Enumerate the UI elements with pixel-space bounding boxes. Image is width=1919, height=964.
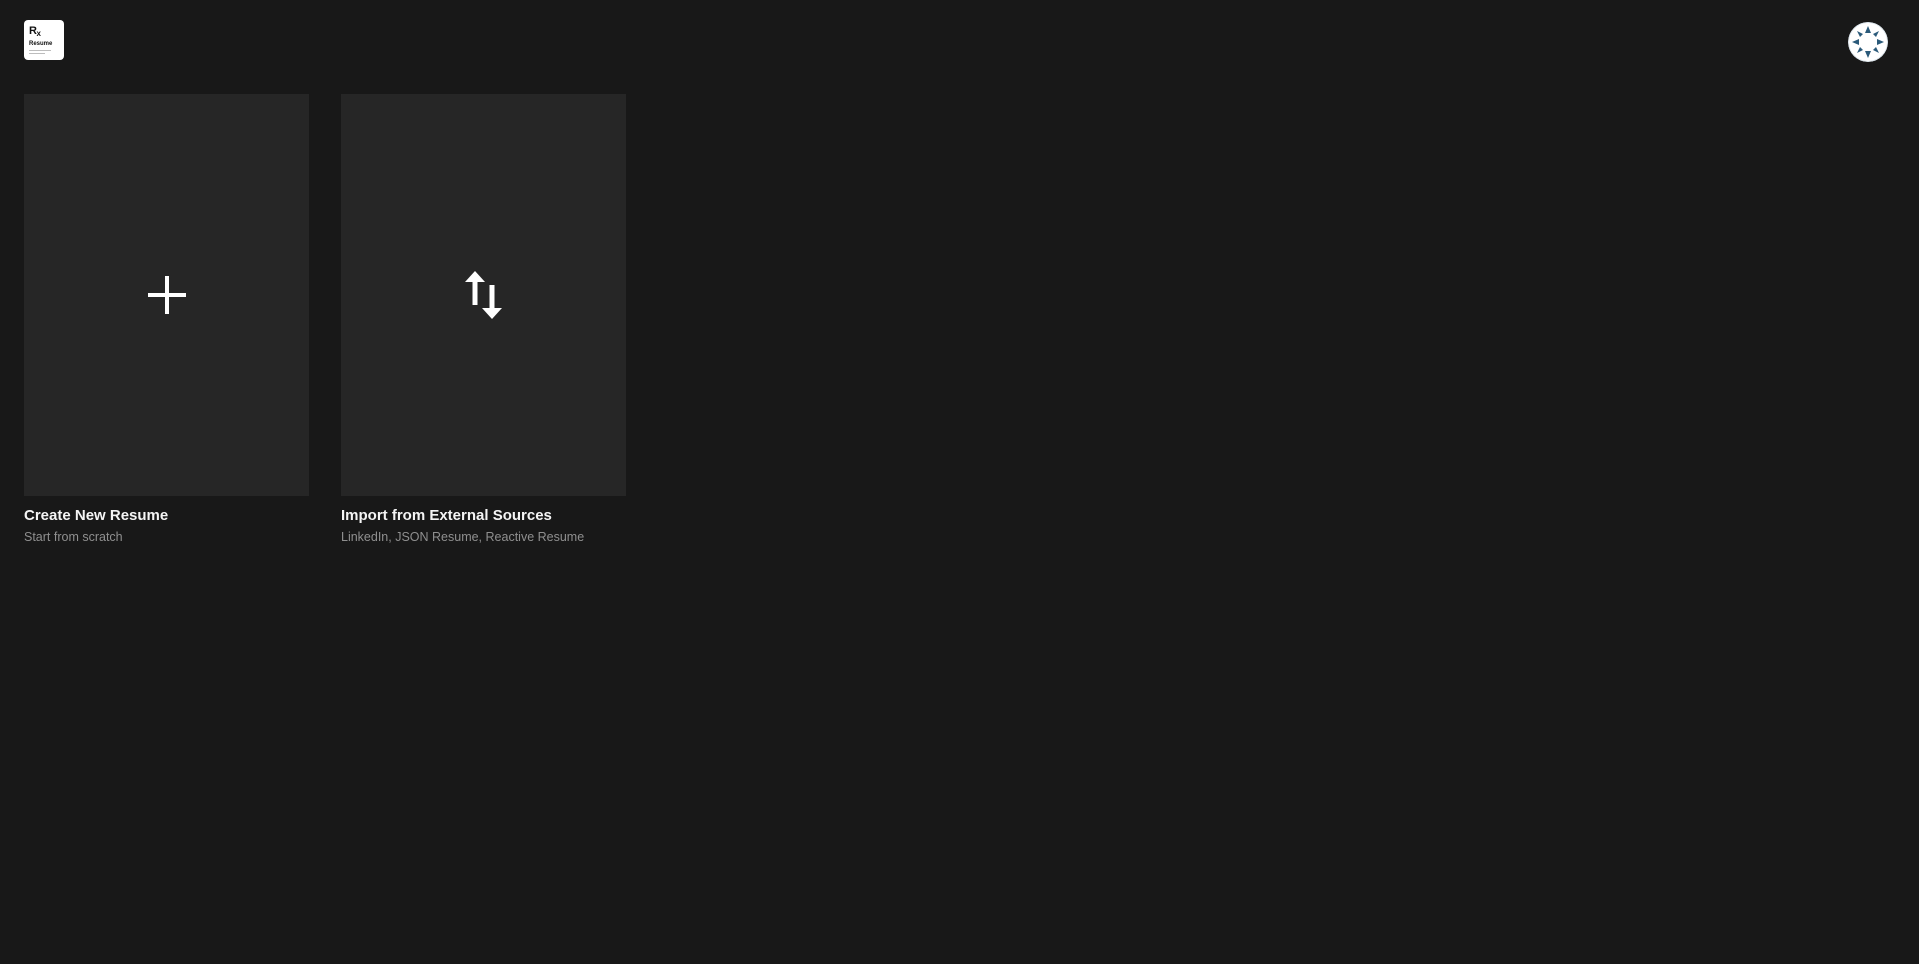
- arrows-up-down-icon: [464, 271, 502, 319]
- plus-icon: [147, 276, 186, 314]
- import-external-sources-card[interactable]: Import from External Sources LinkedIn, J…: [341, 94, 626, 545]
- logo-name: Resume: [29, 41, 53, 47]
- user-avatar-icon[interactable]: [1848, 22, 1888, 62]
- dashboard-page: Rx Resume Create New Resume Start from s…: [0, 0, 1919, 964]
- create-new-resume-tile[interactable]: [24, 94, 309, 496]
- logo-decor-line: [29, 50, 51, 51]
- logo-rx-mark: Rx: [29, 25, 41, 39]
- card-subtitle: Start from scratch: [24, 530, 123, 544]
- card-title: Create New Resume: [24, 507, 169, 524]
- app-logo[interactable]: Rx Resume: [24, 20, 64, 60]
- card-subtitle: LinkedIn, JSON Resume, Reactive Resume: [341, 530, 585, 544]
- card-title: Import from External Sources: [341, 507, 552, 524]
- logo-decor-line: [29, 53, 45, 54]
- avatar-image: [1848, 22, 1888, 62]
- create-new-resume-card[interactable]: Create New Resume Start from scratch: [24, 94, 309, 545]
- import-external-sources-tile[interactable]: [341, 94, 626, 496]
